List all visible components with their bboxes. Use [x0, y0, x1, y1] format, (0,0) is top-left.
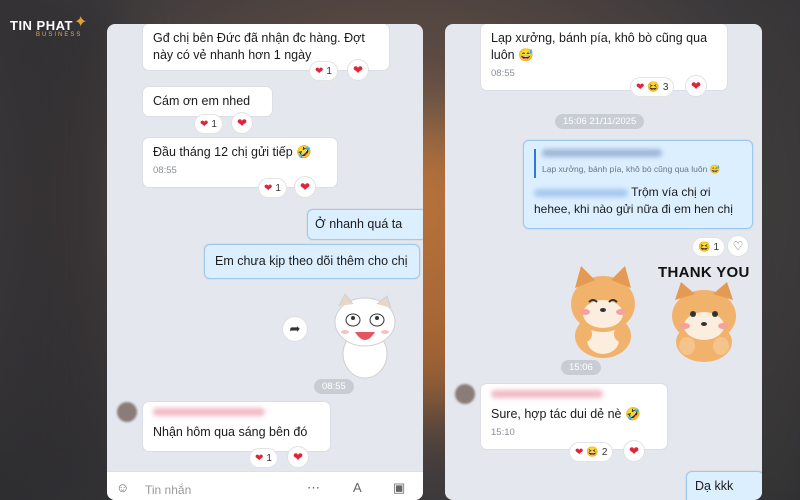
message-bubble-own[interactable]: Dạ kkk — [686, 471, 762, 500]
avatar[interactable] — [455, 384, 475, 404]
sender-name-blurred — [153, 408, 265, 416]
reaction-count[interactable]: ❤ 1 — [259, 179, 286, 197]
reaction-number: 2 — [601, 446, 608, 458]
message-text: Lạp xưởng, bánh pía, khô bò cũng qua luô… — [491, 31, 708, 62]
message-text: Gđ chị bên Đức đã nhận đc hàng. Đợt này … — [153, 31, 365, 62]
chat-panel-left: Gđ chị bên Đức đã nhận đc hàng. Đợt này … — [107, 24, 423, 500]
message-bubble[interactable]: Nhận hôm qua sáng bên đó — [143, 402, 330, 451]
reaction-number: 3 — [662, 81, 669, 93]
message-bubble-own[interactable]: Ở nhanh quá ta — [307, 209, 423, 240]
forward-icon[interactable]: ➦ — [283, 317, 307, 341]
text-format-icon[interactable]: A — [353, 480, 362, 495]
sticker-icon[interactable]: ☺ — [116, 480, 129, 495]
image-icon[interactable]: ▣ — [393, 480, 405, 496]
message-bubble[interactable]: Sure, hợp tác dui dẻ nè 🤣 15:10 — [481, 384, 667, 449]
reaction-number: 1 — [211, 118, 217, 130]
brand-name: TIN PHAT — [10, 18, 73, 33]
reaction-count[interactable]: ❤ 😆 3 — [631, 78, 674, 96]
reaction-number: 1 — [275, 182, 281, 194]
reaction-count[interactable]: ❤ 1 — [195, 115, 222, 133]
message-input[interactable]: Tin nhắn — [145, 483, 191, 497]
message-text: Ở nhanh quá ta — [315, 217, 403, 231]
quoted-message[interactable]: Lạp xưởng, bánh pía, khô bò cũng qua luô… — [534, 149, 742, 178]
message-time: 15:10 — [491, 427, 515, 438]
brand-sub: BUSINESS — [36, 32, 83, 38]
quoted-sender-blurred — [542, 149, 662, 157]
sticker-caption: THANK YOU — [658, 264, 750, 281]
reaction-count[interactable]: 😆 1 — [693, 238, 725, 256]
message-input-bar[interactable]: ☺ Tin nhắn ⋯ A ▣ — [107, 471, 423, 500]
react-heart-button[interactable]: ♡ — [728, 236, 748, 256]
avatar[interactable] — [117, 402, 137, 422]
brand-logo: TIN PHAT BUSINESS ✦ — [10, 14, 87, 38]
react-heart-button[interactable]: ❤ — [288, 447, 308, 467]
more-icon[interactable]: ⋯ — [307, 480, 320, 496]
reaction-number: 1 — [266, 452, 272, 464]
message-text: Sure, hợp tác dui dẻ nè 🤣 — [491, 407, 641, 421]
reaction-number: 1 — [326, 65, 332, 77]
message-text: Dạ kkk — [695, 479, 734, 493]
heart-icon: ❤ — [255, 452, 264, 464]
sender-name-blurred — [491, 390, 603, 398]
mention-blurred — [534, 188, 628, 197]
message-text: Em chưa kịp theo dõi thêm cho chị — [215, 254, 408, 268]
brand-mark-icon: ✦ — [74, 14, 88, 31]
message-time: 08:55 — [491, 68, 515, 79]
shiba-thankyou-sticker[interactable] — [665, 282, 743, 362]
message-text: Nhận hôm qua sáng bên đó — [153, 425, 308, 439]
message-text: Cám ơn em nhed — [153, 94, 251, 108]
heart-icon: ❤ — [315, 65, 324, 77]
reaction-number: 1 — [713, 241, 720, 253]
sticker-time: 08:55 — [314, 379, 354, 394]
react-heart-button[interactable]: ❤ — [348, 60, 368, 80]
heart-icon: ❤ — [200, 118, 209, 130]
heart-icon: ❤ — [575, 446, 584, 458]
sticker-time: 15:06 — [561, 360, 601, 375]
heart-icon: ❤ — [636, 81, 645, 93]
reaction-count[interactable]: ❤ 😆 2 — [570, 443, 613, 461]
heart-icon: ❤ — [264, 182, 273, 194]
message-bubble-own[interactable]: Em chưa kịp theo dõi thêm cho chị — [204, 244, 420, 279]
react-heart-button[interactable]: ❤ — [686, 76, 706, 96]
message-bubble[interactable]: Cám ơn em nhed — [143, 87, 272, 116]
react-heart-button[interactable]: ❤ — [624, 441, 644, 461]
quoted-text: Lạp xưởng, bánh pía, khô bò cũng qua luô… — [542, 164, 721, 174]
reply-message-own[interactable]: Lạp xưởng, bánh pía, khô bò cũng qua luô… — [523, 140, 753, 229]
reaction-count[interactable]: ❤ 1 — [250, 449, 277, 467]
reaction-count[interactable]: ❤ 1 — [310, 62, 337, 80]
cat-sticker[interactable] — [327, 292, 403, 380]
react-heart-button[interactable]: ❤ — [232, 113, 252, 133]
date-separator: 15:06 21/11/2025 — [555, 114, 645, 129]
laugh-emoji-icon: 😆 — [647, 81, 660, 93]
react-heart-button[interactable]: ❤ — [295, 177, 315, 197]
message-time: 08:55 — [153, 165, 177, 176]
laugh-emoji-icon: 😆 — [586, 446, 599, 458]
laugh-emoji-icon: 😆 — [698, 241, 711, 253]
shiba-dog-sticker[interactable] — [565, 264, 641, 360]
message-text: Đầu tháng 12 chị gửi tiếp 🤣 — [153, 145, 312, 159]
chat-panel-right: Lạp xưởng, bánh pía, khô bò cũng qua luô… — [445, 24, 762, 500]
